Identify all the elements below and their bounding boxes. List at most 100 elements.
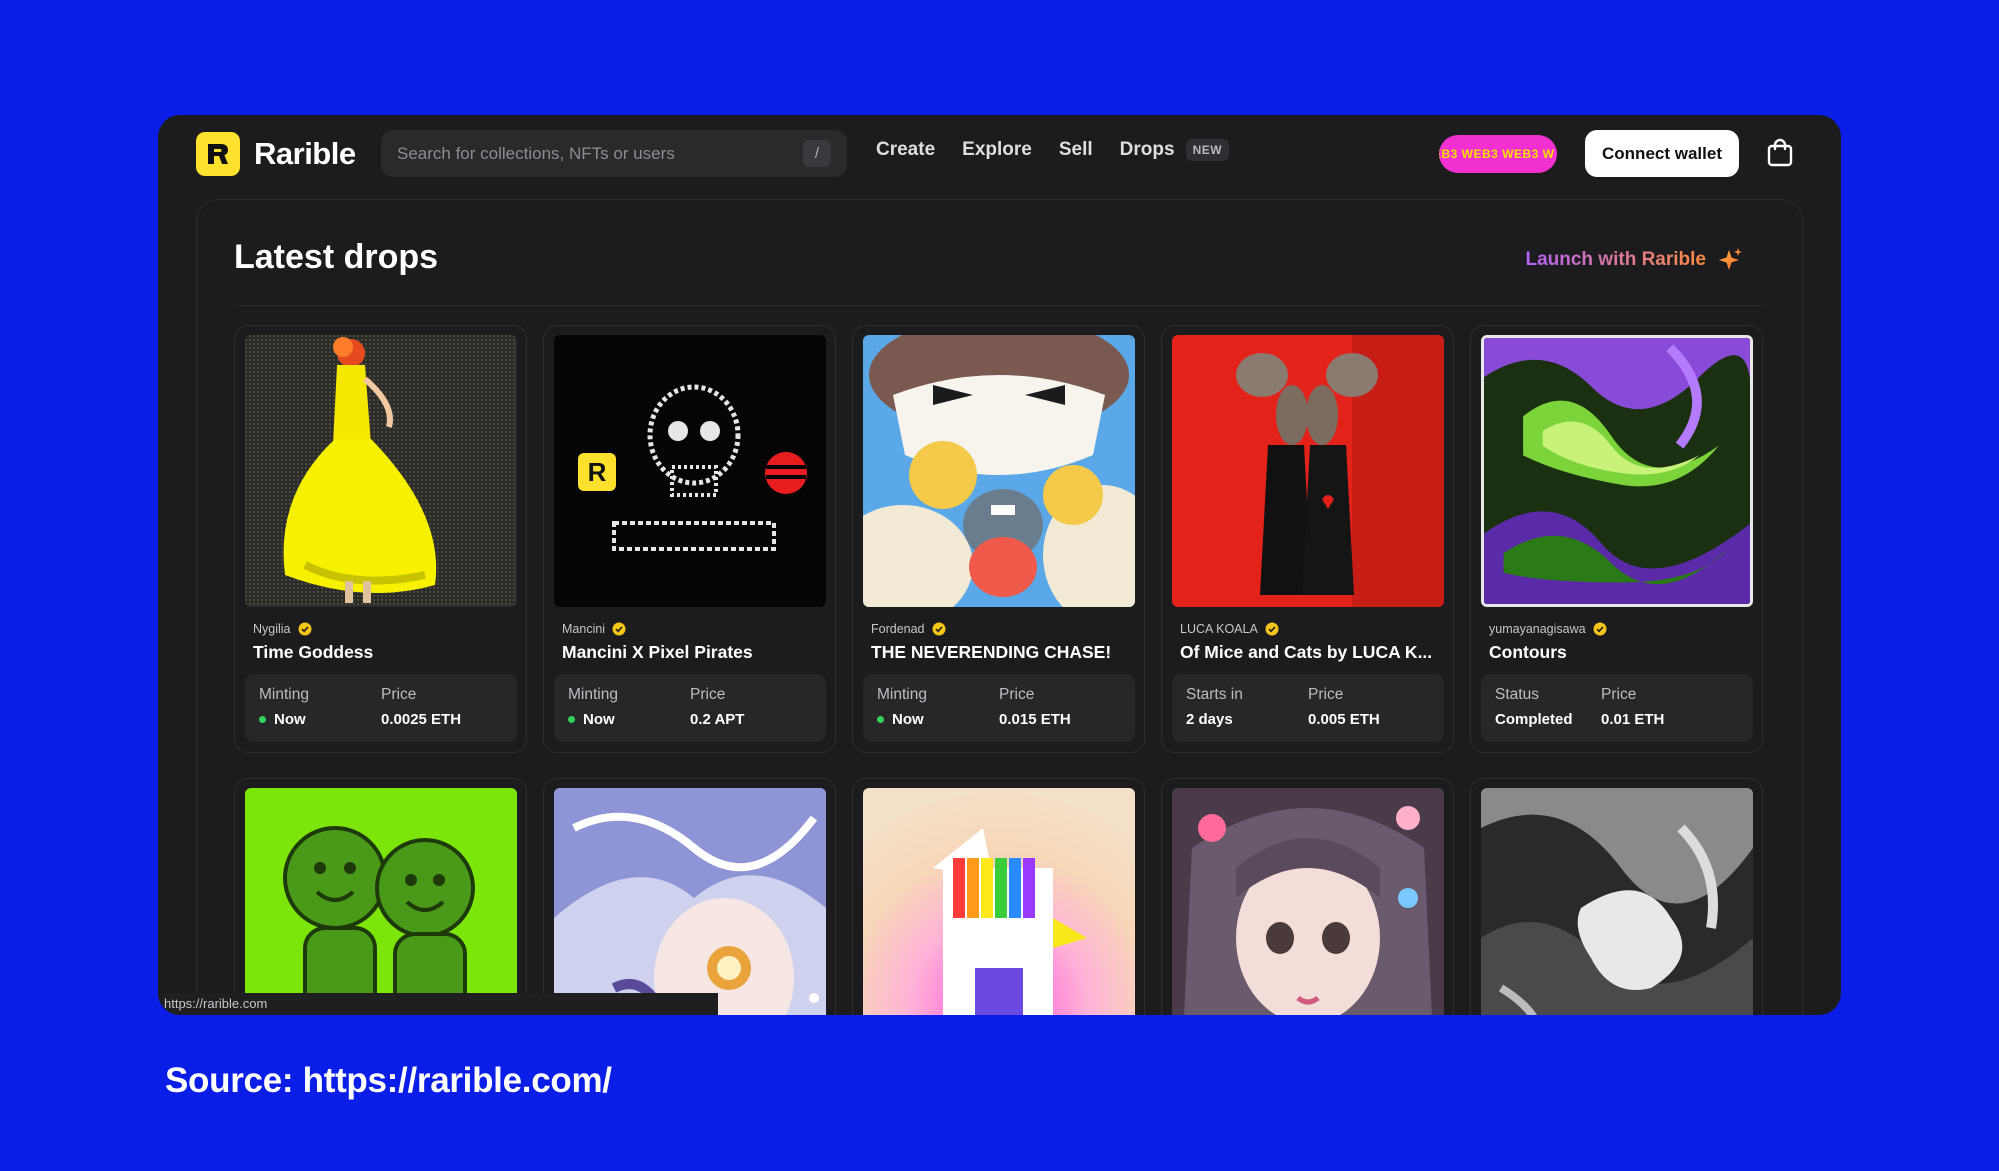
drop-artwork	[245, 788, 517, 1015]
drop-artwork: R	[554, 335, 826, 607]
launch-label: Launch with Rarible	[1525, 249, 1706, 270]
price-value: 0.0025 ETH	[381, 711, 462, 728]
drop-card-neverending-chase[interactable]: Fordenad THE NEVERENDING CHASE! Minting …	[852, 325, 1145, 753]
nav-create[interactable]: Create	[876, 139, 935, 161]
creator-name: Fordenad	[871, 622, 925, 636]
web3-promo-pill[interactable]: EB3 WEB3 WEB3 W	[1439, 135, 1557, 173]
creator-name: Mancini	[562, 622, 606, 636]
stat-label: Status	[1495, 686, 1539, 703]
browser-status-url: https://rarible.com	[158, 993, 718, 1015]
drop-title: Time Goddess	[253, 642, 374, 662]
price-stat: Price 0.01 ETH	[1601, 686, 1664, 728]
drop-card[interactable]	[1161, 778, 1454, 1015]
nav-sell[interactable]: Sell	[1059, 139, 1093, 161]
rainbow-unicorn-art	[863, 788, 1135, 1015]
nav-explore[interactable]: Explore	[962, 139, 1032, 161]
stat-value: Completed	[1495, 711, 1573, 728]
price-stat: Price 0.005 ETH	[1308, 686, 1380, 728]
minting-stat: Minting Now	[259, 686, 309, 728]
stat-value-text: Now	[274, 711, 306, 728]
drop-card[interactable]	[852, 778, 1145, 1015]
drop-card-mancini-pixel-pirates[interactable]: R Mancini Mancini X Pixel Pirates Mintin…	[543, 325, 836, 753]
brand-name: Rarible	[254, 136, 356, 171]
price-value: 0.01 ETH	[1601, 711, 1665, 728]
verified-badge-icon	[932, 622, 946, 636]
contour-waves-art	[1484, 338, 1750, 604]
drop-title: THE NEVERENDING CHASE!	[871, 642, 1112, 662]
drop-card[interactable]	[543, 778, 836, 1015]
minting-stat: Minting Now	[568, 686, 618, 728]
drop-artwork	[1172, 335, 1444, 607]
drop-artwork	[1481, 788, 1753, 1015]
search-box: /	[381, 130, 847, 177]
cartoon-monster-art	[863, 335, 1135, 607]
live-dot-icon	[877, 716, 884, 723]
nav-drops[interactable]: Drops	[1120, 139, 1175, 161]
creator-info[interactable]: yumayanagisawa	[1489, 622, 1607, 636]
price-stat: Price 0.015 ETH	[999, 686, 1071, 728]
drop-title: Mancini X Pixel Pirates	[562, 642, 753, 662]
anime-girl-sketch-art	[554, 788, 826, 1015]
drop-artwork	[863, 335, 1135, 607]
pixel-skull-art: R	[554, 335, 826, 607]
latest-drops-panel: Latest drops Launch with Rarible Nygilia…	[196, 199, 1803, 1015]
creator-name: Nygilia	[253, 622, 291, 636]
drop-artwork	[1481, 335, 1753, 607]
creator-info[interactable]: Mancini	[562, 622, 626, 636]
green-smiley-friends-art	[245, 788, 517, 1015]
section-title: Latest drops	[234, 238, 439, 276]
connect-wallet-button[interactable]: Connect wallet	[1585, 130, 1739, 177]
source-caption: Source: https://rarible.com/	[165, 1061, 612, 1100]
mice-couple-art	[1172, 335, 1444, 607]
cart-button[interactable]	[1763, 136, 1797, 170]
monochrome-marble-art	[1481, 788, 1753, 1015]
verified-badge-icon	[1593, 622, 1607, 636]
stat-label: Starts in	[1186, 686, 1243, 703]
verified-badge-icon	[1265, 622, 1279, 636]
yellow-dress-dancer-art	[245, 335, 517, 607]
price-label: Price	[1601, 686, 1637, 703]
starts-in-stat: Starts in 2 days	[1186, 686, 1243, 728]
creator-info[interactable]: Nygilia	[253, 622, 312, 636]
price-value: 0.005 ETH	[1308, 711, 1380, 728]
drop-stats: Minting Now Price 0.2 APT	[554, 674, 826, 742]
minting-stat: Minting Now	[877, 686, 927, 728]
price-label: Price	[381, 686, 417, 703]
drop-stats: Minting Now Price 0.0025 ETH	[245, 674, 517, 742]
stat-value: Now	[877, 711, 927, 728]
sparkle-icon	[1719, 248, 1742, 270]
price-value: 0.015 ETH	[999, 711, 1071, 728]
web3-promo-text: EB3 WEB3 WEB3 W	[1439, 147, 1555, 161]
drop-card-of-mice-and-cats[interactable]: LUCA KOALA Of Mice and Cats by LUCA K...…	[1161, 325, 1454, 753]
price-stat: Price 0.0025 ETH	[381, 686, 461, 728]
price-stat: Price 0.2 APT	[690, 686, 744, 728]
price-label: Price	[999, 686, 1035, 703]
drop-artwork	[245, 335, 517, 607]
section-divider	[234, 305, 1764, 306]
drop-stats: Starts in 2 days Price 0.005 ETH	[1172, 674, 1444, 742]
search-input[interactable]	[381, 130, 847, 177]
price-label: Price	[690, 686, 726, 703]
rarible-logo[interactable]: Rarible	[196, 132, 356, 176]
drop-artwork	[863, 788, 1135, 1015]
drop-artwork	[554, 788, 826, 1015]
creator-info[interactable]: LUCA KOALA	[1180, 622, 1279, 636]
live-dot-icon	[568, 716, 575, 723]
main-nav: Create Explore Sell Drops NEW	[876, 139, 1230, 161]
creator-name: LUCA KOALA	[1180, 622, 1258, 636]
status-stat: Status Completed	[1495, 686, 1573, 728]
stat-value: Now	[259, 711, 309, 728]
drop-artwork	[1172, 788, 1444, 1015]
drop-card-time-goddess[interactable]: Nygilia Time Goddess Minting Now Price 0…	[234, 325, 527, 753]
verified-badge-icon	[298, 622, 312, 636]
price-value: 0.2 APT	[690, 711, 745, 728]
stat-label: Minting	[568, 686, 618, 703]
creator-info[interactable]: Fordenad	[871, 622, 946, 636]
drop-card-contours[interactable]: yumayanagisawa Contours Status Completed…	[1470, 325, 1763, 753]
drop-stats: Minting Now Price 0.015 ETH	[863, 674, 1135, 742]
stat-label: Minting	[877, 686, 927, 703]
drop-card[interactable]	[234, 778, 527, 1015]
launch-with-rarible-link[interactable]: Launch with Rarible	[1525, 246, 1744, 274]
shopping-bag-icon	[1767, 138, 1793, 167]
drop-card[interactable]	[1470, 778, 1763, 1015]
